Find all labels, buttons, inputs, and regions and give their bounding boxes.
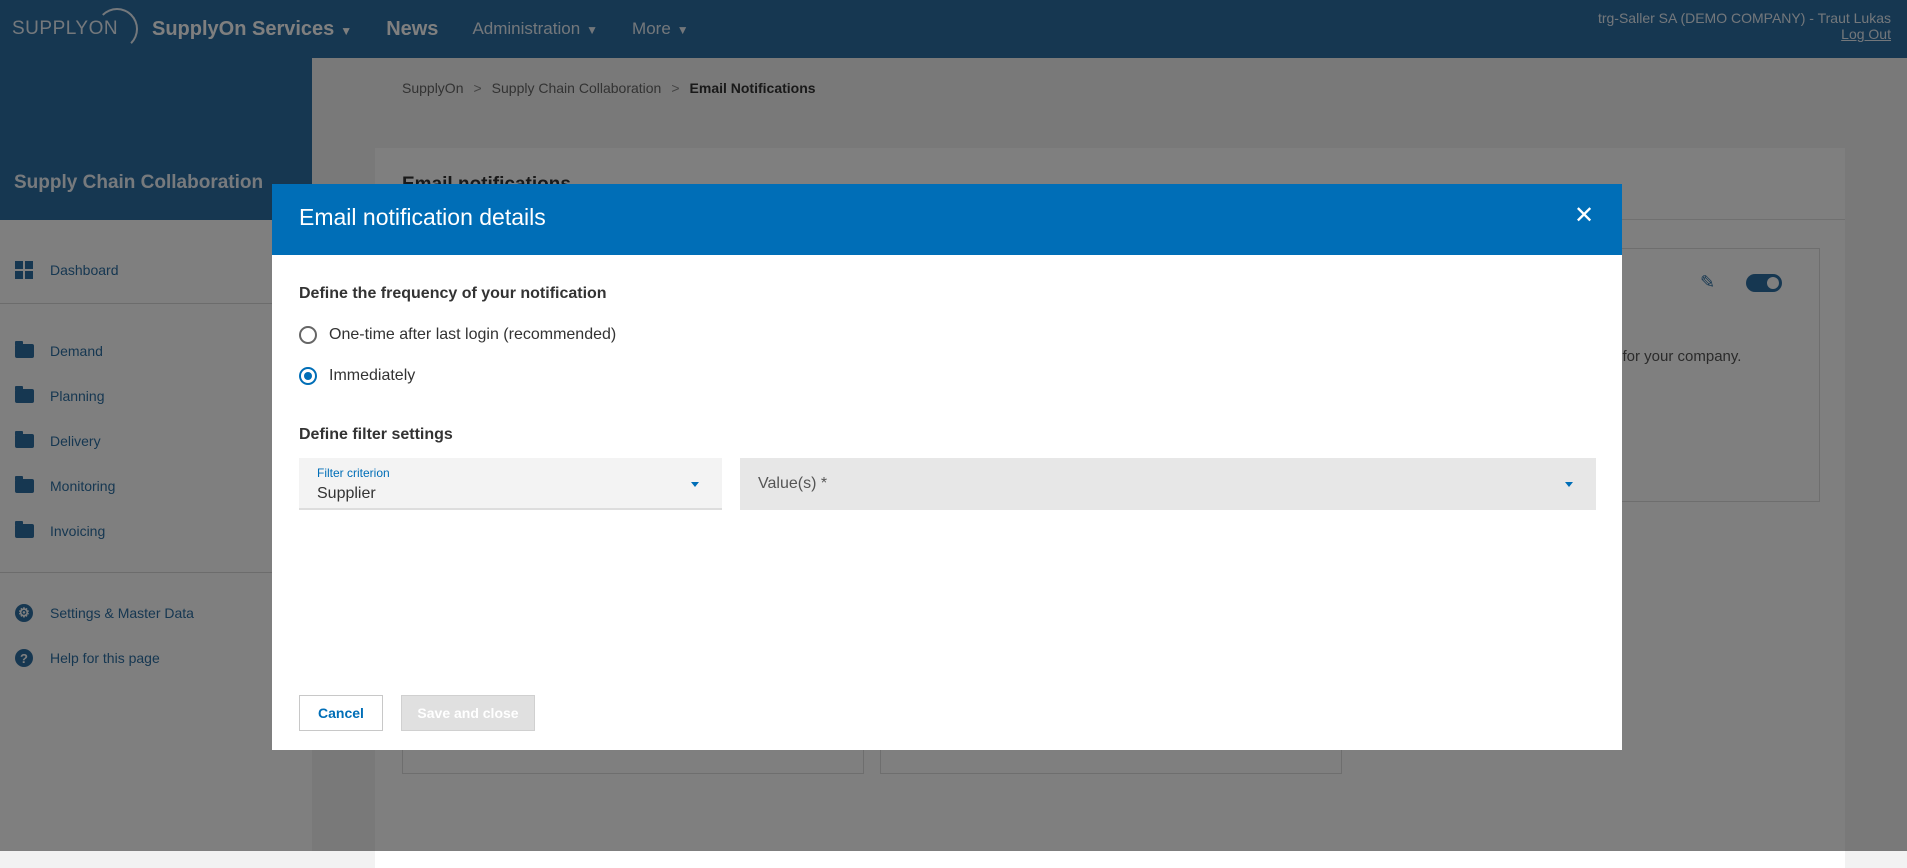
filter-criterion-value: Supplier — [317, 485, 376, 502]
close-icon[interactable]: ✕ — [1572, 204, 1596, 228]
radio-label: One-time after last login (recommended) — [329, 326, 617, 343]
caret-down-icon — [1565, 482, 1573, 487]
radio-one-time[interactable]: One-time after last login (recommended) — [299, 326, 616, 344]
frequency-section-title: Define the frequency of your notificatio… — [299, 285, 607, 302]
radio-immediately[interactable]: Immediately — [299, 367, 415, 385]
dialog-header: Email notification details ✕ — [272, 184, 1622, 255]
filter-section-title: Define filter settings — [299, 426, 453, 443]
values-placeholder: Value(s) * — [758, 475, 828, 492]
radio-unchecked-icon — [299, 326, 317, 344]
save-and-close-button[interactable]: Save and close — [401, 695, 535, 731]
radio-checked-icon — [299, 367, 317, 385]
email-notification-dialog: Email notification details ✕ Define the … — [272, 184, 1622, 750]
dialog-title: Email notification details — [299, 204, 546, 230]
filter-criterion-label: Filter criterion — [317, 466, 390, 480]
filter-criterion-select[interactable]: Filter criterion Supplier — [299, 458, 722, 510]
radio-label: Immediately — [329, 367, 416, 384]
cancel-button[interactable]: Cancel — [299, 695, 383, 731]
caret-down-icon — [691, 482, 699, 487]
values-select[interactable]: Value(s) * — [740, 458, 1596, 510]
